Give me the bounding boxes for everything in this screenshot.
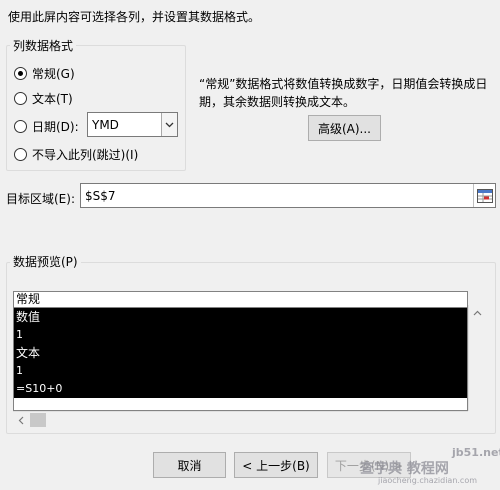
range-select-icon[interactable]: [473, 184, 495, 207]
description-line-2: 期，其余数据则转换成文本。: [199, 95, 356, 109]
radio-date[interactable]: 日期(D):: [14, 118, 79, 135]
preview-column-body[interactable]: 数值 1 文本 1 =S10+0: [14, 308, 467, 398]
horizontal-scroll-thumb[interactable]: [30, 413, 46, 427]
preview-cell: 1: [16, 364, 23, 377]
radio-text-indicator[interactable]: [14, 92, 27, 105]
preview-cell: 数值: [16, 310, 41, 324]
preview-column-header[interactable]: 常规: [14, 292, 467, 308]
watermark-text-2: 查字典 教程网: [360, 461, 449, 477]
date-format-select[interactable]: YMD: [87, 112, 178, 137]
radio-date-label: 日期(D):: [32, 120, 79, 134]
back-button[interactable]: < 上一步(B): [234, 452, 318, 478]
scroll-left-arrow-icon[interactable]: [13, 412, 29, 428]
data-preview-legend: 数据预览(P): [10, 253, 81, 270]
date-format-value: YMD: [92, 117, 119, 132]
radio-general-indicator[interactable]: [14, 67, 27, 80]
instruction-text: 使用此屏内容可选择各列，并设置其数据格式。: [8, 10, 261, 24]
radio-skip-indicator[interactable]: [14, 148, 27, 161]
scroll-up-arrow-icon[interactable]: [469, 305, 486, 321]
chevron-down-icon[interactable]: [161, 113, 177, 136]
watermark-text-1: jb51.net: [452, 446, 500, 459]
cancel-button[interactable]: 取消: [153, 452, 226, 478]
radio-general-label: 常规(G): [32, 67, 75, 81]
preview-cell: 文本: [16, 346, 41, 360]
radio-text[interactable]: 文本(T): [14, 90, 73, 107]
radio-text-label: 文本(T): [32, 92, 73, 106]
radio-skip-label: 不导入此列(跳过)(I): [32, 148, 139, 162]
target-area-label: 目标区域(E):: [6, 192, 75, 206]
target-area-input[interactable]: $S$7: [80, 183, 496, 208]
radio-general[interactable]: 常规(G): [14, 65, 75, 82]
target-area-value: $S$7: [85, 188, 116, 203]
column-format-legend: 列数据格式: [10, 37, 77, 54]
advanced-button[interactable]: 高级(A)...: [308, 115, 381, 141]
data-preview-box: 常规 数值 1 文本 1 =S10+0: [13, 291, 468, 411]
preview-vertical-scrollbar[interactable]: [468, 305, 486, 411]
format-description: “常规”数据格式将数值转换成数字，日期值会转换成日 期，其余数据则转换成文本。: [199, 75, 487, 111]
watermark-text-3: jiaocheng.chazidian.com: [378, 476, 478, 485]
preview-cell: =S10+0: [16, 382, 63, 395]
radio-skip-column[interactable]: 不导入此列(跳过)(I): [14, 146, 138, 163]
preview-cell: 1: [16, 328, 23, 341]
preview-horizontal-scrollbar[interactable]: [13, 411, 468, 427]
description-line-1: “常规”数据格式将数值转换成数字，日期值会转换成日: [199, 77, 488, 91]
radio-date-indicator[interactable]: [14, 120, 27, 133]
